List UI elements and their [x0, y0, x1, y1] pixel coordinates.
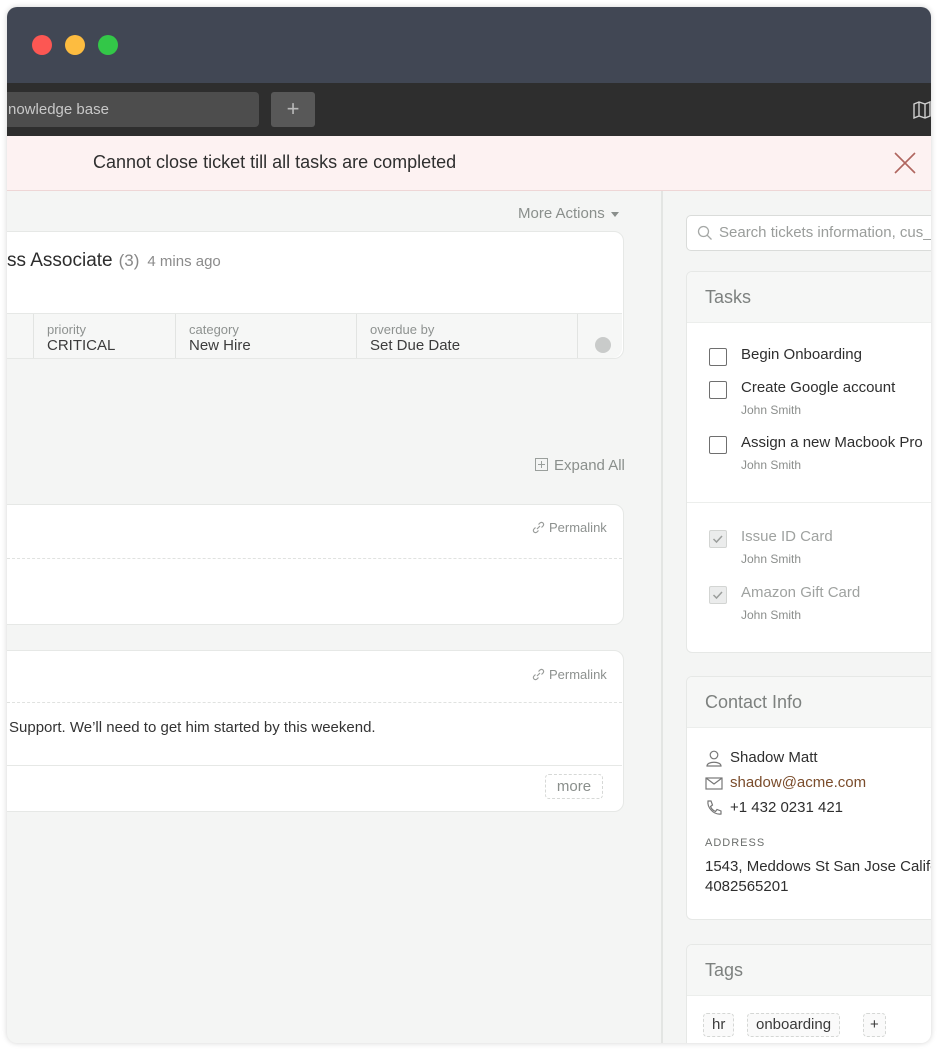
more-actions-label: More Actions: [518, 205, 605, 222]
app-window: nowledge base + Cannot close ticket till…: [7, 7, 931, 1043]
contact-phone: +1 432 0231 421: [730, 799, 844, 816]
title-bar: [7, 7, 931, 83]
task-assignee: John Smith: [741, 608, 802, 622]
task-title: Issue ID Card: [741, 528, 833, 545]
task-title: Amazon Gift Card: [741, 584, 861, 601]
permalink-label: Permalink: [549, 667, 607, 682]
ticket-search-input[interactable]: Search tickets information, cus_: [686, 215, 931, 251]
property-label: category: [189, 322, 239, 337]
expand-all-label: Expand All: [554, 457, 625, 474]
priority-property[interactable]: priority CRITICAL: [33, 314, 176, 358]
checkmark-icon: [712, 591, 723, 600]
task-checkbox[interactable]: [709, 348, 727, 366]
task-assignee: John Smith: [741, 552, 802, 566]
task-assignee: John Smith: [741, 458, 802, 472]
tag-chip[interactable]: onboarding: [747, 1013, 841, 1037]
knowledge-base-search-input[interactable]: nowledge base: [7, 92, 259, 127]
permalink-label: Permalink: [549, 520, 607, 535]
tags-heading: Tags: [687, 945, 931, 996]
permalink-link[interactable]: Permalink: [532, 520, 607, 535]
error-alert-banner: Cannot close ticket till all tasks are c…: [7, 136, 931, 191]
more-button[interactable]: more: [545, 774, 603, 799]
address-line: 1543, Meddows St San Jose Califo: [705, 858, 931, 875]
link-icon: [532, 668, 545, 681]
task-checkbox-checked[interactable]: [709, 530, 727, 548]
permalink-link[interactable]: Permalink: [532, 667, 607, 682]
contact-info-panel: Contact Info Shadow Matt shadow@acme.com…: [686, 676, 931, 920]
ticket-properties-bar: priority CRITICAL category New Hire over…: [7, 313, 622, 358]
phone-icon: [707, 800, 722, 815]
search-placeholder: Search tickets information, cus_: [719, 224, 931, 241]
status-indicator-icon[interactable]: [595, 337, 611, 353]
search-icon: [697, 225, 712, 240]
ticket-title-text: ss Associate: [7, 250, 113, 271]
chevron-down-icon: [610, 211, 619, 217]
maximize-window-button[interactable]: [98, 35, 118, 55]
alert-message: Cannot close ticket till all tasks are c…: [93, 152, 457, 172]
divider: [7, 558, 622, 559]
add-button[interactable]: +: [271, 92, 315, 127]
add-tag-button[interactable]: +: [863, 1013, 886, 1037]
tags-panel: Tags hr onboarding +: [686, 944, 931, 1043]
divider: [7, 702, 622, 703]
divider: [7, 765, 622, 766]
property-value: Set Due Date: [370, 337, 461, 354]
toolbar: nowledge base +: [7, 83, 931, 136]
expand-all-button[interactable]: Expand All: [535, 457, 625, 474]
checkmark-icon: [712, 535, 723, 544]
divider: [687, 502, 931, 503]
task-title: Begin Onboarding: [741, 346, 862, 363]
close-icon[interactable]: [893, 151, 917, 175]
column-divider: [661, 191, 663, 1043]
tag-chip[interactable]: hr: [703, 1013, 735, 1037]
tasks-panel: Tasks Begin Onboarding Create Google acc…: [686, 271, 931, 653]
address-line: 4082565201: [705, 878, 789, 895]
user-icon: [706, 750, 722, 767]
overdue-property[interactable]: overdue by Set Due Date: [356, 314, 577, 358]
map-icon[interactable]: [913, 101, 931, 119]
minimize-window-button[interactable]: [65, 35, 85, 55]
property-value: New Hire: [189, 337, 251, 354]
task-title: Create Google account: [741, 379, 896, 396]
address-text: 1543, Meddows St San Jose Califo 4082565…: [705, 857, 931, 897]
task-checkbox[interactable]: [709, 381, 727, 399]
task-checkbox[interactable]: [709, 436, 727, 454]
property-value: CRITICAL: [47, 337, 116, 354]
contact-name: Shadow Matt: [730, 749, 818, 766]
message-body: Support. We’ll need to get him started b…: [9, 719, 376, 736]
contact-email-link[interactable]: shadow@acme.com: [730, 774, 866, 791]
ticket-title: ss Associate (3) 4 mins ago: [7, 250, 221, 272]
link-icon: [532, 521, 545, 534]
close-window-button[interactable]: [32, 35, 52, 55]
ticket-timestamp: 4 mins ago: [147, 253, 221, 270]
ticket-count: (3): [118, 251, 140, 270]
contact-info-heading: Contact Info: [687, 677, 931, 728]
more-actions-dropdown[interactable]: More Actions: [518, 205, 619, 222]
task-checkbox-checked[interactable]: [709, 586, 727, 604]
tasks-heading: Tasks: [687, 272, 931, 323]
property-label: overdue by: [370, 322, 435, 337]
address-label: ADDRESS: [705, 837, 766, 849]
mail-icon: [705, 777, 723, 790]
property-label: priority: [47, 322, 87, 337]
category-property[interactable]: category New Hire: [175, 314, 356, 358]
task-title: Assign a new Macbook Pro: [741, 434, 923, 451]
task-assignee: John Smith: [741, 403, 802, 417]
expand-icon: [535, 458, 548, 471]
